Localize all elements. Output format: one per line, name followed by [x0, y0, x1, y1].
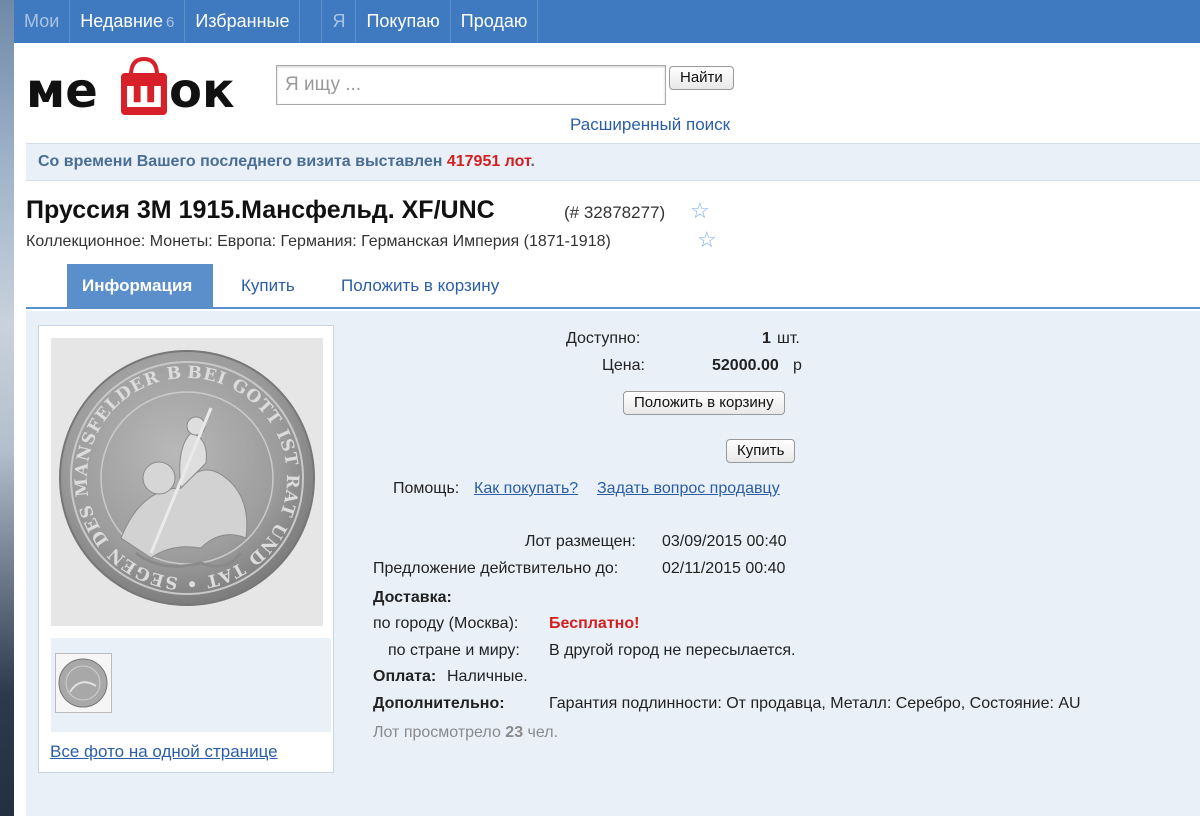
extra-info-value: Гарантия подлинности: От продавца, Метал… [549, 695, 1081, 712]
advanced-search-link[interactable]: Расширенный поиск [570, 115, 730, 135]
payment-label: Оплата: [373, 668, 437, 685]
photo-card: BEI GOTT IST RAT UND TAT • SEGEN DES MAN… [38, 323, 334, 773]
coin-image: BEI GOTT IST RAT UND TAT • SEGEN DES MAN… [43, 323, 323, 626]
world-delivery-label: по стране и миру: [388, 642, 520, 659]
nav-selling[interactable]: Продаю [451, 0, 539, 43]
posted-label: Лот размещен: [525, 533, 636, 550]
thumbnail-image [58, 658, 108, 708]
favorite-star-icon[interactable]: ☆ [690, 198, 710, 224]
valid-until-label: Предложение действительно до: [373, 560, 619, 577]
views-count: 23 [505, 724, 524, 741]
svg-text:ок: ок [169, 63, 235, 119]
nav-me[interactable]: Я [322, 0, 357, 43]
notice-period: . [530, 153, 535, 170]
price-value: 52000.00 [712, 357, 779, 374]
city-delivery-value: Бесплатно! [549, 615, 640, 632]
nav-my[interactable]: Мои [14, 0, 71, 43]
views-text: Лот просмотрело [373, 724, 501, 741]
available-unit: шт. [777, 330, 800, 347]
help-label: Помощь: [393, 480, 460, 497]
how-to-buy-link[interactable]: Как покупать? [474, 480, 578, 498]
valid-until-value: 02/11/2015 00:40 [662, 560, 786, 577]
site-logo[interactable]: ме ш ок [26, 53, 256, 123]
nav-selling-label: Продаю [460, 11, 528, 31]
tab-add-to-cart[interactable]: Положить в корзину [326, 264, 514, 307]
views-unit: чел. [527, 724, 559, 741]
all-photos-link[interactable]: Все фото на одной странице [50, 742, 278, 762]
price-label: Цена: [602, 357, 645, 374]
svg-text:ме: ме [26, 63, 98, 119]
svg-text:ш: ш [124, 72, 164, 116]
world-delivery-value: В другой город не пересылается. [549, 642, 796, 659]
city-delivery-label: по городу (Москва): [373, 615, 519, 632]
site-header: ме ш ок Найти Расширенный поиск [14, 43, 1200, 143]
price-currency: р [793, 357, 802, 374]
available-label: Доступно: [566, 330, 641, 347]
lot-number: (# 32878277) [564, 203, 666, 222]
notice-lot-count: 417951 лот [446, 153, 531, 170]
ask-seller-link[interactable]: Задать вопрос продавцу [597, 480, 780, 498]
nav-recent-label: Недавние [80, 11, 163, 31]
nav-me-label: Я [332, 11, 346, 31]
tab-information[interactable]: Информация [67, 264, 213, 307]
add-to-cart-button[interactable]: Положить в корзину [623, 391, 785, 415]
tab-buy[interactable]: Купить [226, 264, 310, 307]
category-star-icon[interactable]: ☆ [697, 227, 717, 253]
main-photo[interactable]: BEI GOTT IST RAT UND TAT • SEGEN DES MAN… [43, 323, 323, 626]
top-navigation: Мои Недавние 6 Избранные Я Покупаю Продаю [14, 0, 1200, 43]
notice-text: Со времени Вашего последнего визита выст… [38, 153, 443, 170]
nav-favorites[interactable]: Избранные [185, 0, 301, 43]
search-input[interactable] [276, 65, 666, 105]
window-background-strip [0, 0, 14, 816]
lot-tabs: Информация Купить Положить в корзину [26, 264, 1200, 309]
payment-value: Наличные. [447, 668, 528, 685]
extra-info-label: Дополнительно: [373, 695, 505, 712]
logo-graphic: ме ш ок [26, 56, 235, 119]
views-counter: Лот просмотрело 23 чел. [373, 724, 558, 742]
photo-thumbnail[interactable] [55, 653, 112, 713]
thumbnail-strip [51, 638, 331, 732]
delivery-label: Доставка: [373, 589, 452, 606]
lot-title: Пруссия 3М 1915.Мансфельд. XF/UNC [26, 196, 495, 224]
nav-my-label: Мои [24, 11, 60, 31]
nav-separator [300, 0, 323, 43]
nav-buying-label: Покупаю [366, 11, 440, 31]
nav-buying[interactable]: Покупаю [356, 0, 451, 43]
category-breadcrumb[interactable]: Коллекционное: Монеты: Европа: Германия:… [26, 233, 611, 251]
nav-recent-count: 6 [165, 14, 175, 31]
find-button[interactable]: Найти [669, 66, 734, 90]
new-lots-notice: Со времени Вашего последнего визита выст… [26, 143, 1200, 181]
posted-value: 03/09/2015 00:40 [662, 533, 787, 550]
available-value: 1 [762, 330, 771, 347]
nav-recent[interactable]: Недавние 6 [70, 0, 186, 43]
nav-favorites-label: Избранные [195, 11, 290, 31]
buy-button[interactable]: Купить [726, 439, 796, 463]
